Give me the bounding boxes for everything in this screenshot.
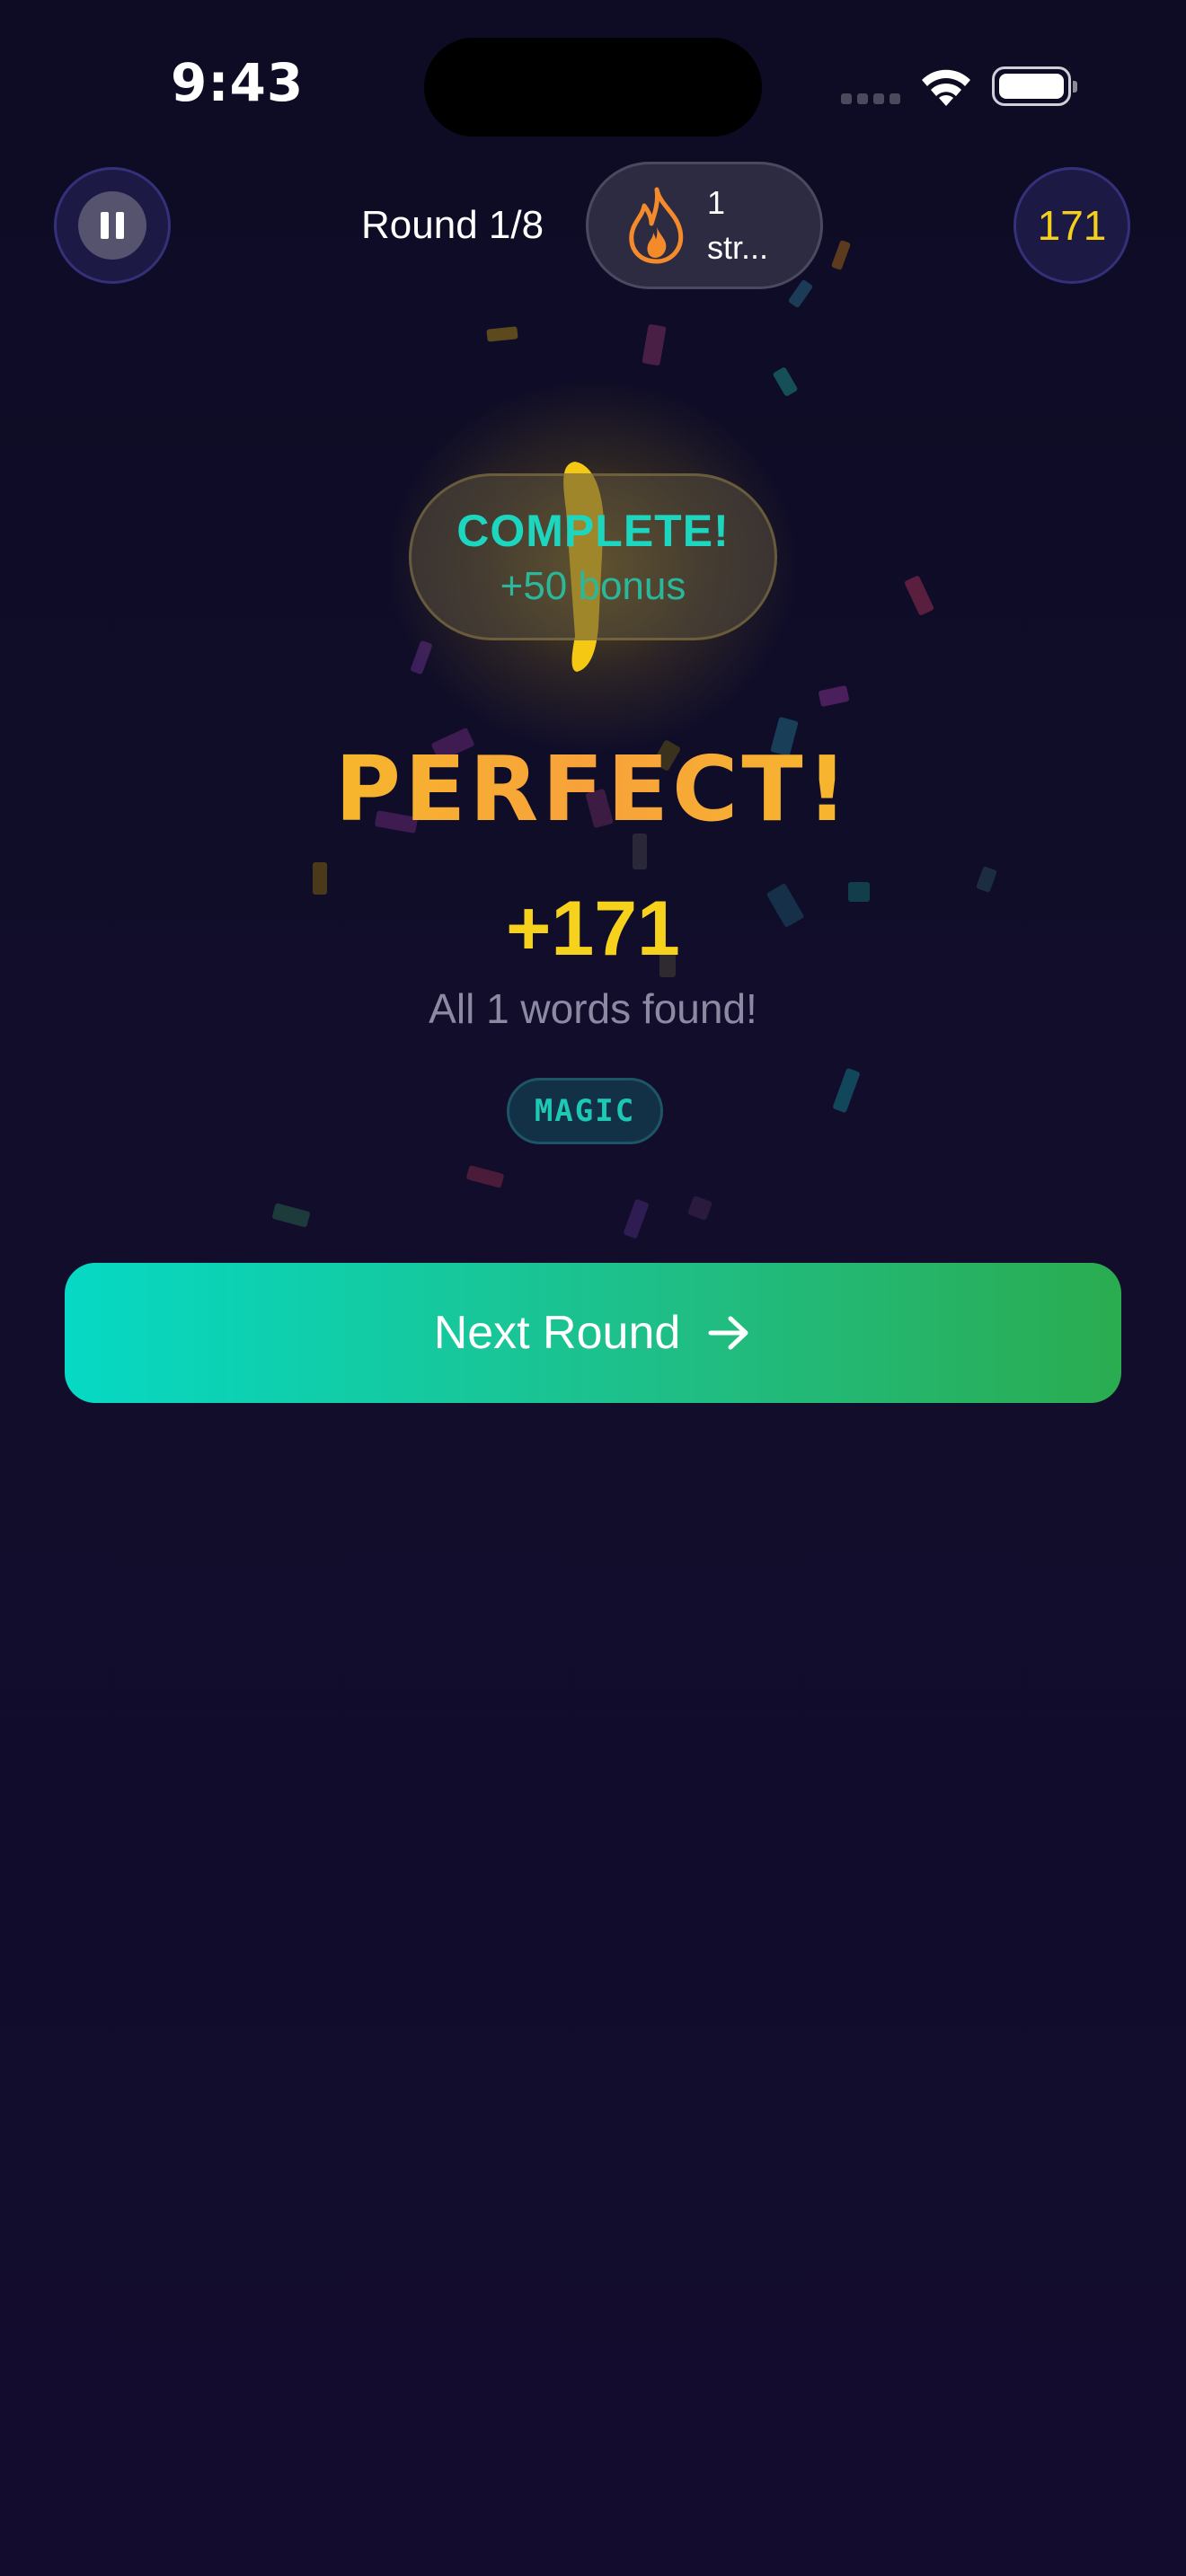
bonus-label: +50 bonus (500, 564, 686, 608)
streak-label: 1 str... (707, 184, 769, 266)
result-headline: PERFECT! (0, 737, 1186, 842)
score-badge: 171 (1013, 167, 1130, 284)
battery-icon (992, 66, 1077, 106)
complete-badge: COMPLETE! +50 bonus (409, 473, 777, 640)
points-earned: +171 (506, 886, 680, 972)
next-round-label: Next Round (433, 1307, 681, 1359)
words-found-summary: All 1 words found! (429, 985, 757, 1032)
pause-button[interactable] (54, 167, 171, 284)
cellular-signal-icon (841, 93, 900, 104)
flame-icon (629, 187, 684, 264)
score-value: 171 (1037, 202, 1107, 249)
found-word-chip: MAGIC (507, 1078, 663, 1144)
pause-icon (78, 191, 146, 260)
dynamic-island (424, 38, 762, 137)
complete-title: COMPLETE! (456, 506, 730, 556)
wifi-icon (922, 69, 970, 106)
round-indicator: Round 1/8 (361, 203, 544, 247)
arrow-right-icon (708, 1316, 748, 1350)
next-round-button[interactable]: Next Round (65, 1263, 1121, 1403)
streak-badge[interactable]: 1 str... (586, 162, 823, 289)
status-time: 9:43 (171, 52, 305, 113)
